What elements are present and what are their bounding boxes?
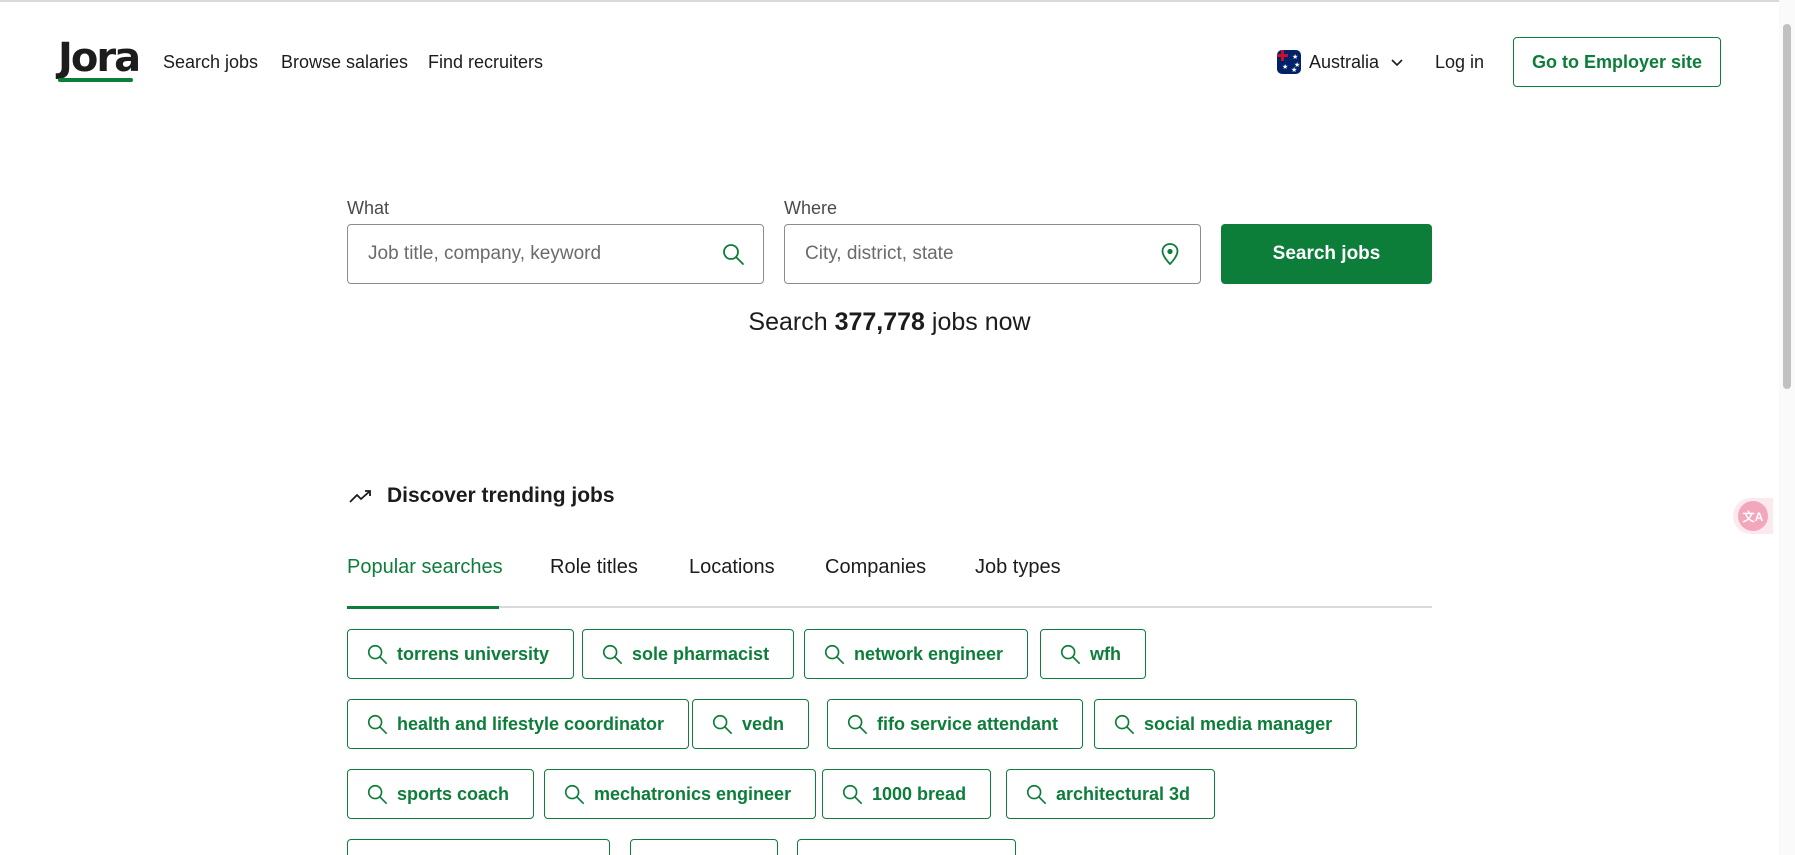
search-icon xyxy=(1026,784,1046,804)
chip-label: architectural 3d xyxy=(1056,783,1191,804)
chip-label: sports coach xyxy=(397,783,510,804)
location-pin-icon xyxy=(1161,243,1179,266)
search-chip[interactable]: sole pharmacist xyxy=(582,629,795,679)
search-icon xyxy=(1060,644,1080,664)
where-field[interactable] xyxy=(784,224,1201,284)
what-input[interactable] xyxy=(368,225,708,283)
search-chip[interactable]: 1000 bread xyxy=(822,769,992,819)
search-icon xyxy=(723,244,744,265)
search-icon xyxy=(842,784,862,804)
search-icon xyxy=(367,714,387,734)
chip-label: social media manager xyxy=(1144,713,1333,734)
tab-locations[interactable]: Locations xyxy=(689,556,775,608)
search-icon xyxy=(712,714,732,734)
chip-label: vedn xyxy=(742,713,785,734)
search-icon xyxy=(602,644,622,664)
chip-label: network engineer xyxy=(854,643,1004,664)
count-suffix: jobs now xyxy=(931,308,1031,336)
search-icon xyxy=(367,784,387,804)
search-chip[interactable]: architectural 3d xyxy=(1006,769,1216,819)
country-selector[interactable]: ★ ★ ★ ★ Australia xyxy=(1277,50,1403,74)
country-label: Australia xyxy=(1309,51,1380,72)
search-chip[interactable]: mechatronics engineer xyxy=(544,769,817,819)
where-label: Where xyxy=(784,198,838,218)
search-icon xyxy=(1114,714,1134,734)
trending-title: Discover trending jobs xyxy=(387,484,615,507)
search-chip-partial[interactable] xyxy=(347,839,610,855)
search-icon xyxy=(847,714,867,734)
chip-label: fifo service attendant xyxy=(877,713,1059,734)
australia-flag-icon: ★ ★ ★ ★ xyxy=(1277,50,1301,74)
trending-header: Discover trending jobs xyxy=(349,484,615,508)
nav-find-recruiters[interactable]: Find recruiters xyxy=(428,52,543,73)
employer-site-button[interactable]: Go to Employer site xyxy=(1513,37,1721,87)
search-icon xyxy=(564,784,584,804)
nav-browse-salaries[interactable]: Browse salaries xyxy=(281,52,408,73)
search-chip[interactable]: sports coach xyxy=(347,769,535,819)
search-chip[interactable]: vedn xyxy=(692,699,810,749)
job-count-text: Search 377,778 jobs now xyxy=(347,308,1432,337)
job-count: 377,778 xyxy=(834,308,925,336)
search-icon xyxy=(367,644,387,664)
search-chip[interactable]: network engineer xyxy=(804,629,1029,679)
where-input[interactable] xyxy=(805,225,1145,283)
login-link[interactable]: Log in xyxy=(1435,52,1484,73)
chevron-down-icon xyxy=(1391,59,1403,67)
active-tab-indicator xyxy=(347,606,499,609)
search-icon xyxy=(824,644,844,664)
search-chip-partial[interactable] xyxy=(630,839,778,855)
trending-tabs: Popular searches Role titles Locations C… xyxy=(347,556,1432,609)
search-chip-partial[interactable] xyxy=(797,839,1016,855)
search-jobs-button[interactable]: Search jobs xyxy=(1221,224,1432,284)
chip-label: torrens university xyxy=(397,643,550,664)
translate-widget-button[interactable]: 文A xyxy=(1733,498,1773,534)
chip-label: 1000 bread xyxy=(872,783,967,804)
jora-logo[interactable]: Jora xyxy=(58,38,141,78)
tab-companies[interactable]: Companies xyxy=(825,556,926,608)
tab-popular-searches[interactable]: Popular searches xyxy=(347,556,503,608)
page-scrollbar[interactable] xyxy=(1779,0,1795,855)
top-border xyxy=(0,0,1795,2)
scrollbar-thumb[interactable] xyxy=(1783,24,1791,389)
trending-up-icon xyxy=(349,490,371,503)
chip-label: health and lifestyle coordinator xyxy=(397,713,665,734)
search-chip[interactable]: torrens university xyxy=(347,629,575,679)
what-field[interactable] xyxy=(347,224,764,284)
search-chip[interactable]: social media manager xyxy=(1094,699,1358,749)
logo-underline xyxy=(58,78,133,82)
nav-search-jobs[interactable]: Search jobs xyxy=(163,52,258,73)
search-chip[interactable]: fifo service attendant xyxy=(827,699,1084,749)
chip-label: mechatronics engineer xyxy=(594,783,792,804)
search-chip[interactable]: wfh xyxy=(1040,629,1146,679)
tab-role-titles[interactable]: Role titles xyxy=(550,556,638,608)
search-chip[interactable]: health and lifestyle coordinator xyxy=(347,699,690,749)
count-prefix: Search xyxy=(748,308,828,336)
what-label: What xyxy=(347,198,390,218)
tab-job-types[interactable]: Job types xyxy=(975,556,1061,608)
translate-icon: 文A xyxy=(1738,501,1768,531)
chip-label: wfh xyxy=(1090,643,1121,664)
chip-label: sole pharmacist xyxy=(632,643,770,664)
